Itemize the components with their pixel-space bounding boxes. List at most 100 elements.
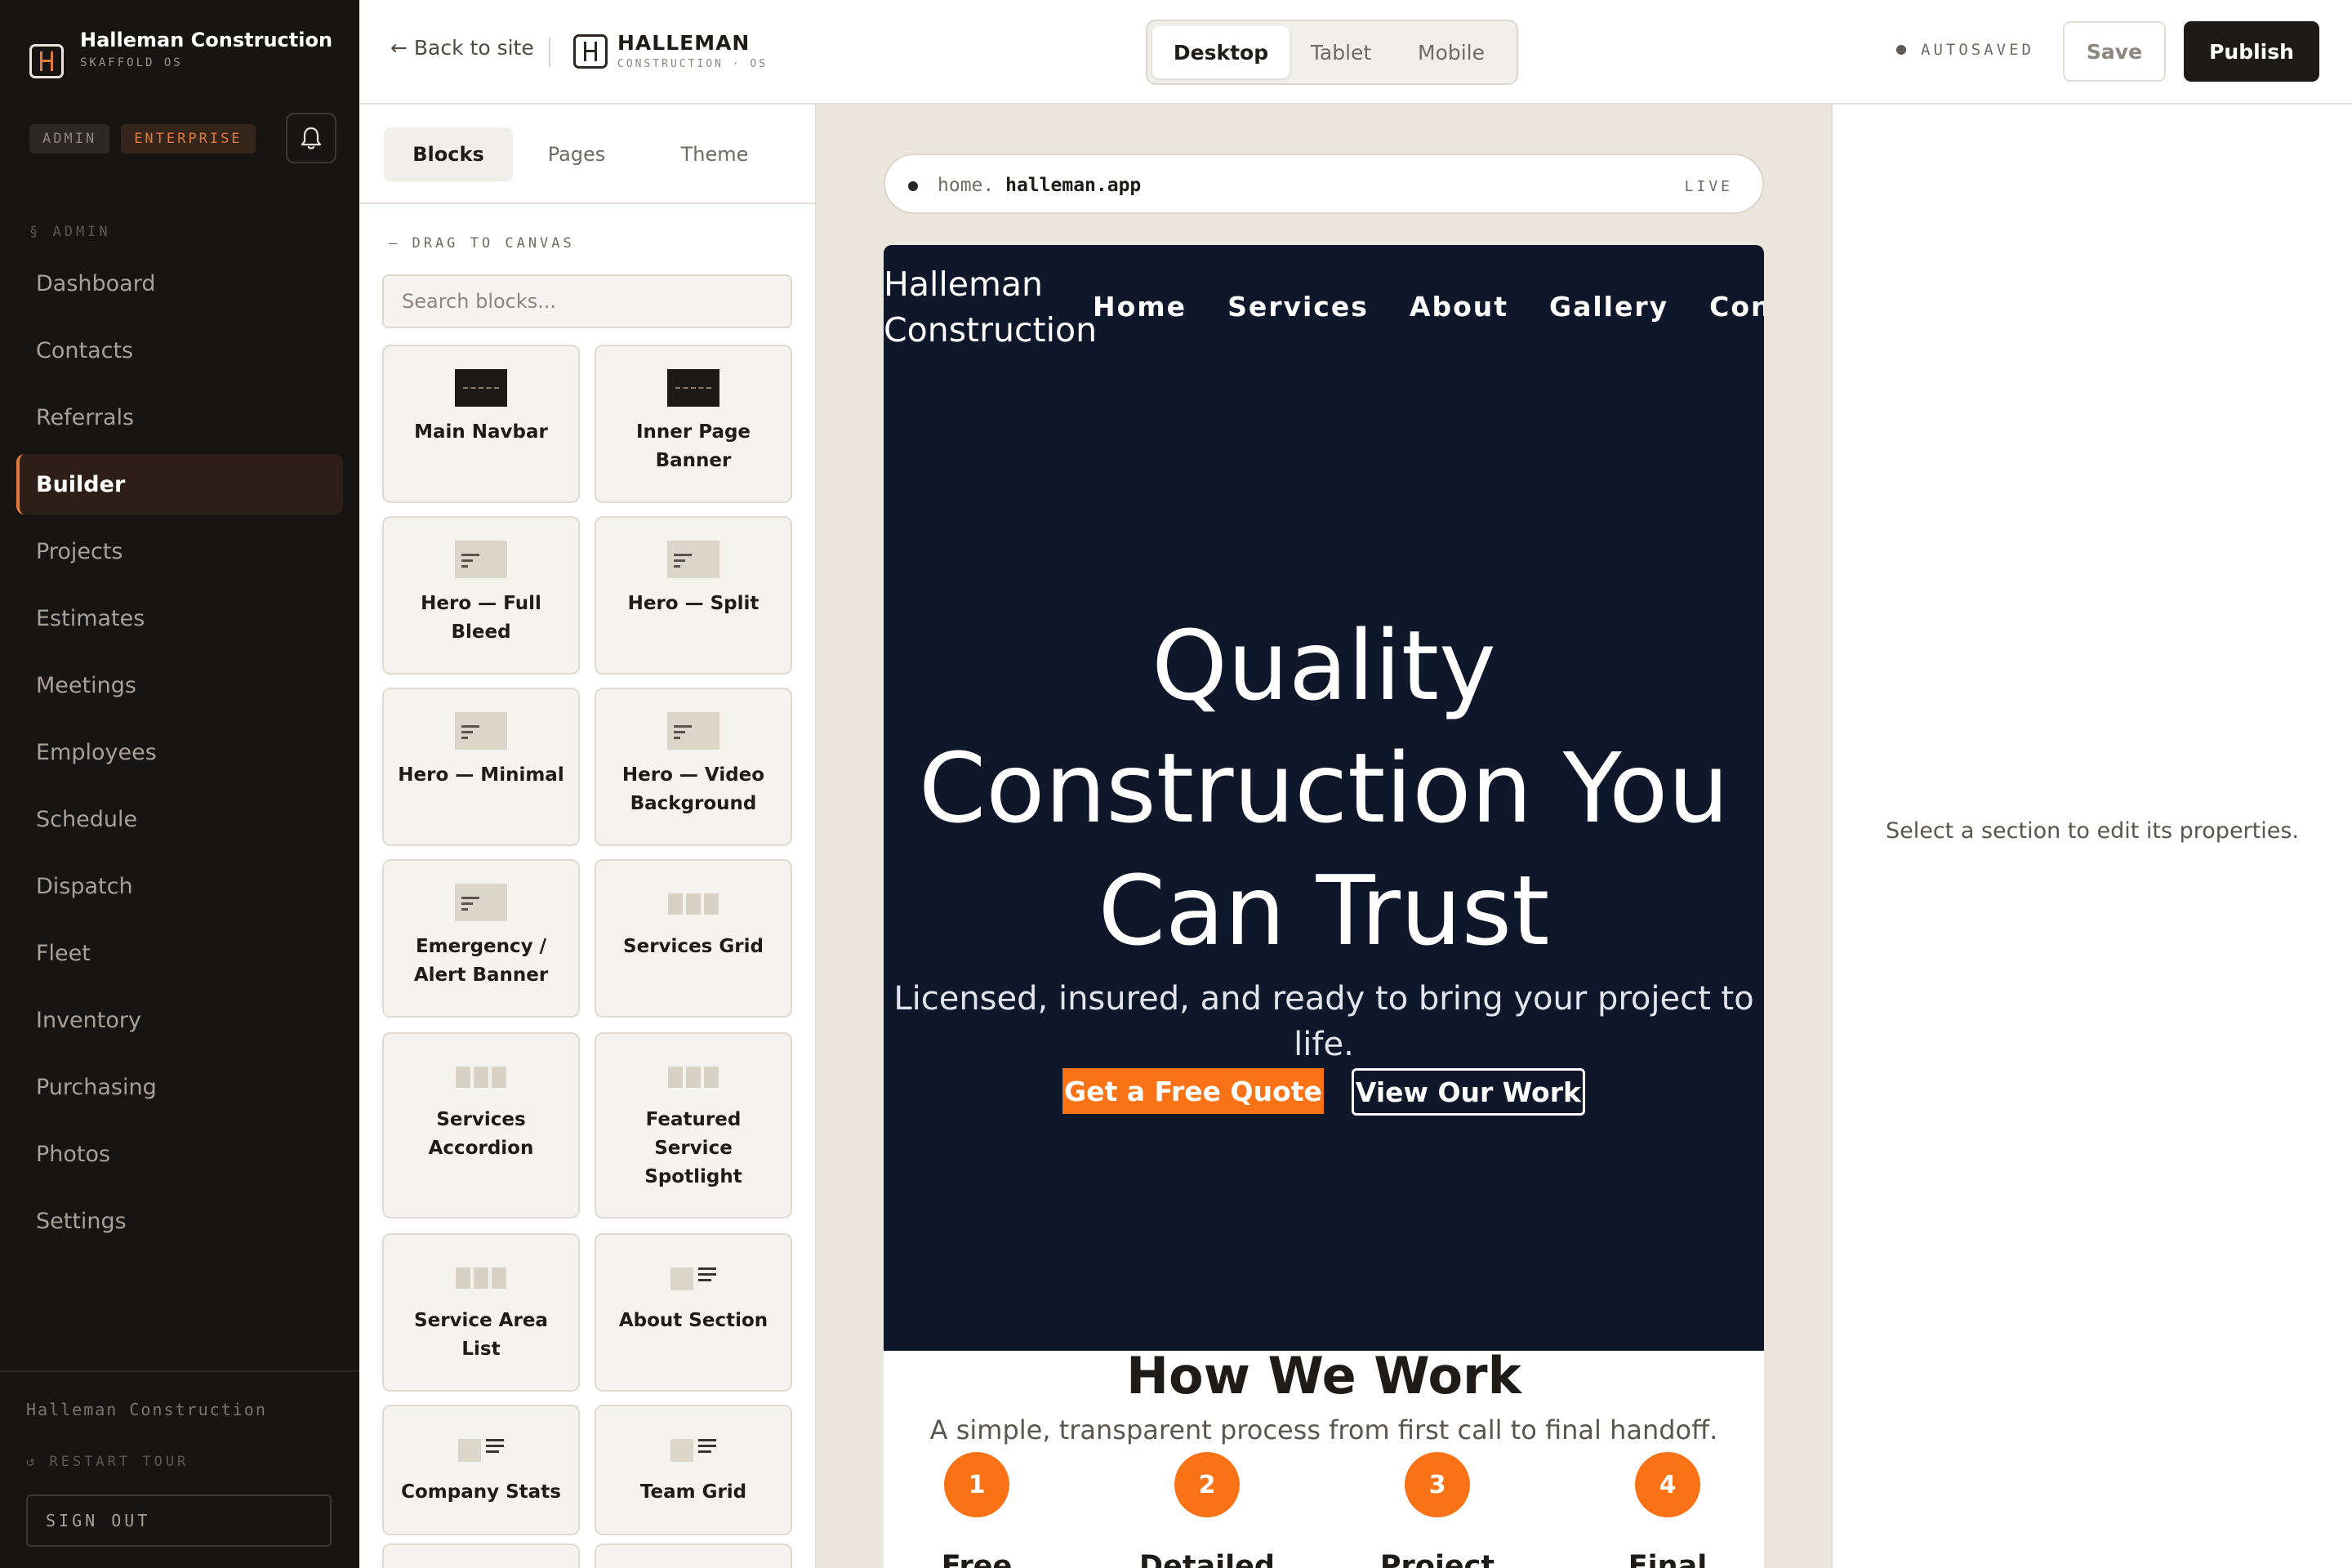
block-card[interactable]: Main Navbar: [382, 345, 580, 503]
brand-logo-icon: [29, 44, 64, 78]
sidebar-footer: Halleman Construction ↺ RESTART TOUR SIG…: [0, 1370, 359, 1547]
block-card[interactable]: Inner Page Banner: [595, 345, 792, 503]
live-dot-icon: [908, 181, 918, 191]
publish-button[interactable]: Publish: [2184, 21, 2319, 82]
sidebar-item-meetings[interactable]: Meetings: [16, 655, 343, 715]
block-card[interactable]: Hero — Minimal: [382, 688, 580, 846]
block-card[interactable]: About Section: [595, 1233, 792, 1392]
sidebar-item-inventory[interactable]: Inventory: [16, 990, 343, 1050]
hero-thumb-icon: [455, 712, 507, 750]
sidebar-item-photos[interactable]: Photos: [16, 1124, 343, 1184]
blocks-panel: Blocks Pages Theme — DRAG TO CANVAS Sear…: [359, 105, 817, 1568]
sidebar-item-dashboard[interactable]: Dashboard: [16, 253, 343, 314]
search-blocks-input[interactable]: Search blocks...: [382, 274, 792, 328]
hero-thumb-icon: [667, 541, 719, 578]
preview-url-bar: home. halleman.app LIVE: [884, 154, 1764, 214]
sidebar-item-contacts[interactable]: Contacts: [16, 320, 343, 381]
block-card[interactable]: Services Accordion: [382, 1032, 580, 1218]
grid-thumb-icon: [454, 1057, 508, 1088]
sidebar-item-builder[interactable]: Builder: [16, 454, 343, 514]
block-card[interactable]: [595, 1544, 792, 1568]
get-free-quote-button[interactable]: Get a Free Quote: [1062, 1068, 1324, 1114]
brand-subtitle: SKAFFOLD OS: [80, 56, 183, 69]
block-card[interactable]: Hero — Video Background: [595, 688, 792, 846]
sidebar-item-schedule[interactable]: Schedule: [16, 789, 343, 849]
brand-name: Halleman Construction: [80, 29, 333, 51]
sidebar-brand[interactable]: Halleman Construction SKAFFOLD OS: [29, 29, 332, 78]
sidebar: Halleman Construction SKAFFOLD OS ADMIN …: [0, 0, 359, 1568]
tab-theme[interactable]: Theme: [645, 127, 784, 181]
site-nav-gallery[interactable]: Gallery: [1549, 291, 1668, 323]
about-thumb-icon: [458, 1429, 504, 1462]
device-desktop-button[interactable]: Desktop: [1152, 26, 1290, 78]
sidebar-item-fleet[interactable]: Fleet: [16, 923, 343, 983]
block-card[interactable]: Hero — Full Bleed: [382, 516, 580, 675]
block-card[interactable]: Emergency / Alert Banner: [382, 859, 580, 1018]
hero-thumb-icon: [455, 541, 507, 578]
site-nav-contact[interactable]: Contact: [1709, 291, 1764, 323]
block-card[interactable]: Services Grid: [595, 859, 792, 1018]
footer-company-name: Halleman Construction: [26, 1400, 267, 1419]
sidebar-section-label: § ADMIN: [29, 224, 111, 240]
block-card[interactable]: Hero — Split: [595, 516, 792, 675]
sidebar-item-settings[interactable]: Settings: [16, 1191, 343, 1251]
step-number-badge: 4: [1635, 1452, 1700, 1517]
panel-tabs: Blocks Pages Theme: [359, 105, 815, 204]
enterprise-badge: ENTERPRISE: [121, 124, 256, 154]
block-card-label: Hero — Full Bleed: [421, 593, 541, 643]
tab-blocks[interactable]: Blocks: [384, 127, 513, 181]
sidebar-item-estimates[interactable]: Estimates: [16, 588, 343, 648]
drag-to-canvas-label: — DRAG TO CANVAS: [389, 235, 575, 252]
preview-url: home. halleman.app: [938, 175, 1141, 196]
site-brand[interactable]: Halleman Construction: [884, 261, 1097, 353]
process-step: 3 Project: [1356, 1452, 1519, 1568]
block-card-label: Company Stats: [401, 1481, 561, 1503]
hero-section[interactable]: Halleman Construction Home Services Abou…: [884, 245, 1764, 1351]
topbar-divider: [549, 38, 550, 67]
block-card[interactable]: Team Grid: [595, 1405, 792, 1535]
hero-cta-row: Get a Free Quote View Our Work: [884, 1068, 1764, 1116]
properties-empty-state: Select a section to edit its properties.: [1885, 818, 2300, 844]
block-card-label: Inner Page Banner: [635, 421, 751, 471]
block-card-label: Service Area List: [414, 1310, 548, 1360]
grid-thumb-icon: [666, 1057, 720, 1088]
halleman-logo-icon: [573, 34, 608, 69]
device-switcher: Desktop Tablet Mobile: [1146, 20, 1518, 85]
block-card-label: Featured Service Spotlight: [644, 1109, 742, 1187]
block-card-label: About Section: [618, 1310, 768, 1331]
sidebar-nav: Dashboard Contacts Referrals Builder Project…: [16, 253, 343, 1258]
site-nav-home[interactable]: Home: [1093, 291, 1187, 323]
block-card[interactable]: Featured Service Spotlight: [595, 1032, 792, 1218]
back-to-site-link[interactable]: ← Back to site: [390, 36, 534, 60]
step-label: Project: [1379, 1550, 1495, 1568]
site-nav-about[interactable]: About: [1410, 291, 1508, 323]
site-nav-services[interactable]: Services: [1227, 291, 1369, 323]
builder-canvas: home. halleman.app LIVE Halleman Constru…: [817, 105, 1831, 1568]
block-card-label: Main Navbar: [414, 421, 548, 443]
restart-tour-link[interactable]: ↺ RESTART TOUR: [26, 1454, 189, 1470]
block-card-label: Hero — Split: [627, 593, 760, 614]
tab-pages[interactable]: Pages: [519, 127, 634, 181]
sidebar-item-dispatch[interactable]: Dispatch: [16, 856, 343, 916]
sidebar-item-referrals[interactable]: Referrals: [16, 387, 343, 448]
view-our-work-button[interactable]: View Our Work: [1351, 1068, 1585, 1116]
device-tablet-button[interactable]: Tablet: [1290, 26, 1392, 78]
sidebar-item-employees[interactable]: Employees: [16, 722, 343, 782]
block-card[interactable]: Company Stats: [382, 1405, 580, 1535]
block-card[interactable]: [382, 1544, 580, 1568]
sign-out-button[interactable]: SIGN OUT: [26, 1494, 332, 1547]
device-mobile-button[interactable]: Mobile: [1392, 26, 1510, 78]
block-card-label: Emergency / Alert Banner: [413, 936, 549, 986]
sidebar-item-projects[interactable]: Projects: [16, 521, 343, 581]
save-button[interactable]: Save: [2063, 21, 2166, 82]
sidebar-item-purchasing[interactable]: Purchasing: [16, 1057, 343, 1117]
admin-badge: ADMIN: [29, 124, 110, 154]
site-preview[interactable]: Halleman Construction Home Services Abou…: [884, 245, 1764, 1568]
process-step: 2 Detailed: [1125, 1452, 1289, 1568]
status-dot-icon: [1896, 45, 1906, 55]
block-card[interactable]: Service Area List: [382, 1233, 580, 1392]
how-we-work-subtitle: A simple, transparent process from first…: [929, 1414, 1718, 1446]
block-card-label: Services Grid: [623, 936, 764, 957]
notifications-button[interactable]: [286, 113, 336, 163]
hero-thumb-icon: [667, 712, 719, 750]
